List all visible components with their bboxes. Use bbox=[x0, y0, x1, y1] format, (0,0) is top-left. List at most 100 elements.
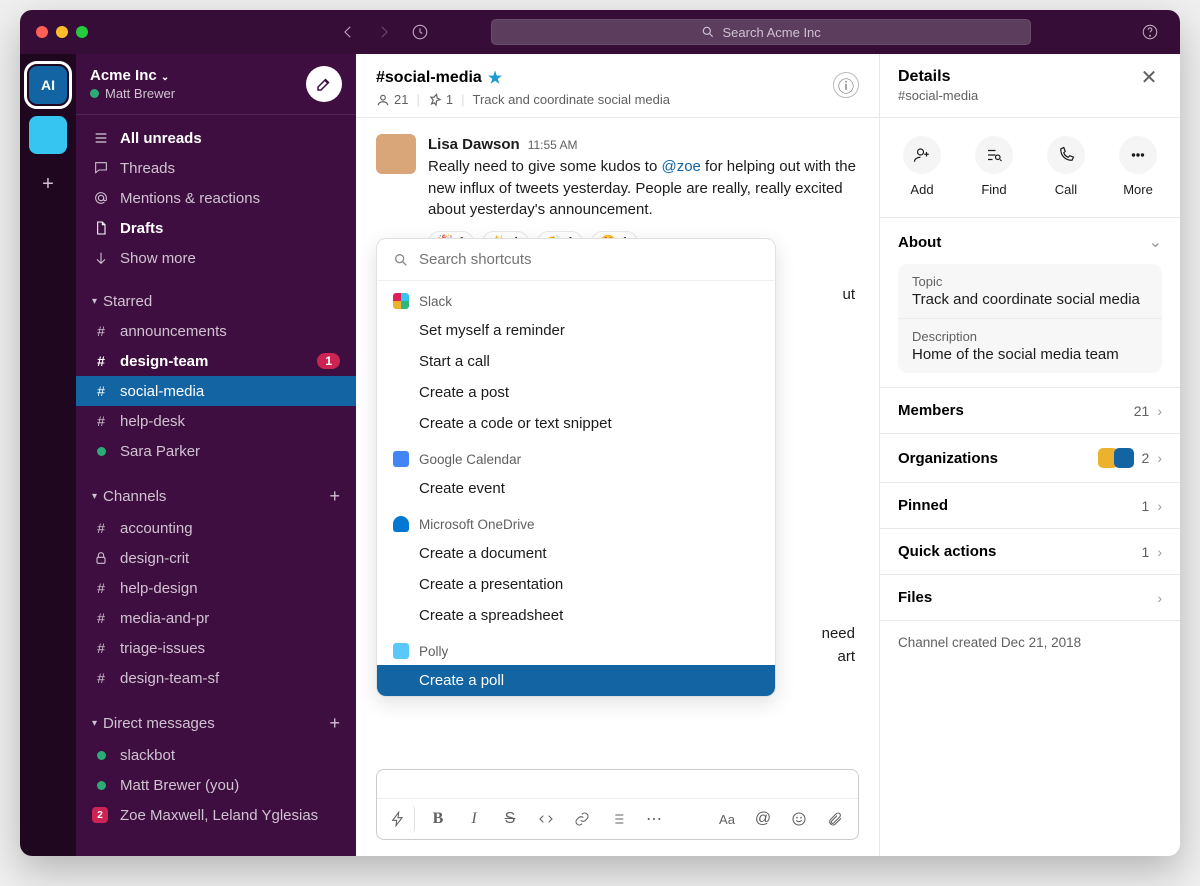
shortcut-create-snippet[interactable]: Create a code or text snippet bbox=[377, 408, 775, 439]
user-mention[interactable]: @zoe bbox=[661, 158, 700, 175]
close-details-button[interactable]: ✕ bbox=[1136, 68, 1162, 88]
code-button[interactable] bbox=[531, 805, 561, 833]
nav-mentions[interactable]: Mentions & reactions bbox=[76, 183, 356, 213]
sidebar-channel-help-desk[interactable]: #help-desk bbox=[76, 406, 356, 436]
help-button[interactable] bbox=[1136, 18, 1164, 46]
close-window-icon[interactable] bbox=[36, 26, 48, 38]
nav-threads[interactable]: Threads bbox=[76, 153, 356, 183]
bold-button[interactable]: B bbox=[423, 805, 453, 833]
sidebar-dm-group[interactable]: 2Zoe Maxwell, Leland Yglesias bbox=[76, 800, 356, 830]
history-button[interactable] bbox=[406, 18, 434, 46]
about-topic[interactable]: Topic Track and coordinate social media bbox=[898, 264, 1162, 318]
composer-input[interactable] bbox=[377, 770, 858, 798]
phone-icon bbox=[1047, 136, 1085, 174]
sidebar-channel-design-team-sf[interactable]: #design-team-sf bbox=[76, 663, 356, 693]
search-icon bbox=[701, 25, 715, 39]
sidebar-channel-triage-issues[interactable]: #triage-issues bbox=[76, 633, 356, 663]
history-back-button[interactable] bbox=[334, 18, 362, 46]
sidebar-channel-social-media[interactable]: #social-media bbox=[76, 376, 356, 406]
section-dms-header[interactable]: ▾Direct messages+ bbox=[76, 707, 356, 740]
channel-created-footer: Channel created Dec 21, 2018 bbox=[880, 621, 1180, 664]
workspace-switcher-current[interactable]: AI bbox=[29, 66, 67, 104]
chevron-right-icon: › bbox=[1157, 450, 1162, 466]
all-unreads-icon bbox=[92, 130, 110, 146]
about-header[interactable]: About bbox=[898, 234, 941, 251]
channel-info-button[interactable]: ⓘ bbox=[833, 72, 859, 98]
nav-show-more[interactable]: Show more bbox=[76, 243, 356, 273]
mentions-icon bbox=[92, 190, 110, 206]
section-starred-header[interactable]: ▾Starred bbox=[76, 287, 356, 316]
obscured-message-text: need art bbox=[822, 623, 855, 668]
slack-app-icon bbox=[393, 293, 409, 309]
avatar[interactable] bbox=[376, 134, 416, 174]
shortcut-start-call[interactable]: Start a call bbox=[377, 346, 775, 377]
about-description[interactable]: Description Home of the social media tea… bbox=[898, 318, 1162, 373]
details-more-button[interactable]: More bbox=[1119, 136, 1157, 197]
shortcut-create-poll[interactable]: Create a poll bbox=[377, 665, 775, 696]
shortcut-create-document[interactable]: Create a document bbox=[377, 538, 775, 569]
workspace-rail: AI + bbox=[20, 54, 76, 856]
channel-name[interactable]: #social-media bbox=[376, 69, 482, 87]
minimize-window-icon[interactable] bbox=[56, 26, 68, 38]
message-author[interactable]: Lisa Dawson bbox=[428, 134, 520, 156]
sidebar-dm-sara[interactable]: Sara Parker bbox=[76, 436, 356, 466]
shortcut-create-spreadsheet[interactable]: Create a spreadsheet bbox=[377, 600, 775, 631]
unread-badge: 1 bbox=[317, 353, 340, 369]
sidebar-channel-announcements[interactable]: #announcements bbox=[76, 316, 356, 346]
text-format-button[interactable]: Aa bbox=[712, 805, 742, 833]
details-row-files[interactable]: Files › bbox=[880, 575, 1180, 621]
sidebar-channel-design-crit[interactable]: design-crit bbox=[76, 543, 356, 573]
members-icon[interactable]: 21 bbox=[376, 92, 408, 107]
sidebar-channel-accounting[interactable]: #accounting bbox=[76, 513, 356, 543]
sidebar-channel-design-team[interactable]: #design-team1 bbox=[76, 346, 356, 376]
shortcuts-button[interactable] bbox=[385, 805, 415, 833]
sidebar-header[interactable]: Acme Inc ⌄ Matt Brewer bbox=[76, 54, 356, 115]
history-forward-button[interactable] bbox=[370, 18, 398, 46]
star-icon[interactable]: ★ bbox=[488, 68, 502, 88]
maximize-window-icon[interactable] bbox=[76, 26, 88, 38]
shortcut-create-post[interactable]: Create a post bbox=[377, 377, 775, 408]
global-search[interactable]: Search Acme Inc bbox=[491, 19, 1031, 45]
details-find-button[interactable]: Find bbox=[975, 136, 1013, 197]
details-row-organizations[interactable]: Organizations 2› bbox=[880, 434, 1180, 483]
list-button[interactable] bbox=[603, 805, 633, 833]
shortcut-create-event[interactable]: Create event bbox=[377, 473, 775, 504]
attach-button[interactable] bbox=[820, 805, 850, 833]
details-row-pinned[interactable]: Pinned 1› bbox=[880, 483, 1180, 529]
sidebar-channel-media-and-pr[interactable]: #media-and-pr bbox=[76, 603, 356, 633]
sidebar-dm-slackbot[interactable]: slackbot bbox=[76, 740, 356, 770]
workspace-switcher-item[interactable] bbox=[29, 116, 67, 154]
more-formatting-button[interactable]: ⋯ bbox=[639, 805, 669, 833]
sidebar-dm-self[interactable]: Matt Brewer (you) bbox=[76, 770, 356, 800]
chevron-down-icon[interactable]: ⌄ bbox=[1149, 232, 1162, 252]
shortcut-set-reminder[interactable]: Set myself a reminder bbox=[377, 315, 775, 346]
mention-button[interactable]: @ bbox=[748, 805, 778, 833]
channel-topic[interactable]: Track and coordinate social media bbox=[472, 92, 670, 107]
details-add-button[interactable]: Add bbox=[903, 136, 941, 197]
link-button[interactable] bbox=[567, 805, 597, 833]
details-row-members[interactable]: Members 21› bbox=[880, 388, 1180, 434]
add-workspace-button[interactable]: + bbox=[30, 166, 66, 202]
add-dm-button[interactable]: + bbox=[329, 713, 340, 734]
details-call-button[interactable]: Call bbox=[1047, 136, 1085, 197]
details-row-quick-actions[interactable]: Quick actions 1› bbox=[880, 529, 1180, 575]
channel-view: #social-media ★ 21 | 1 | Track and coord… bbox=[356, 54, 880, 856]
add-channel-button[interactable]: + bbox=[329, 486, 340, 507]
shortcuts-group-polly: Polly bbox=[377, 631, 775, 665]
strike-button[interactable]: S bbox=[495, 805, 525, 833]
nav-all-unreads[interactable]: All unreads bbox=[76, 123, 356, 153]
compose-button[interactable] bbox=[306, 66, 342, 102]
shortcuts-search-input[interactable] bbox=[419, 251, 759, 268]
chevron-right-icon: › bbox=[1157, 403, 1162, 419]
shortcut-create-presentation[interactable]: Create a presentation bbox=[377, 569, 775, 600]
nav-drafts[interactable]: Drafts bbox=[76, 213, 356, 243]
shortcuts-search[interactable] bbox=[377, 239, 775, 281]
pinned-icon[interactable]: 1 bbox=[428, 92, 453, 107]
italic-button[interactable]: I bbox=[459, 805, 489, 833]
sidebar-channel-help-design[interactable]: #help-design bbox=[76, 573, 356, 603]
caret-down-icon: ▾ bbox=[92, 718, 97, 729]
message-text: Really need to give some kudos to @zoe f… bbox=[428, 156, 859, 221]
details-title: Details bbox=[898, 68, 978, 86]
emoji-button[interactable] bbox=[784, 805, 814, 833]
section-channels-header[interactable]: ▾Channels+ bbox=[76, 480, 356, 513]
